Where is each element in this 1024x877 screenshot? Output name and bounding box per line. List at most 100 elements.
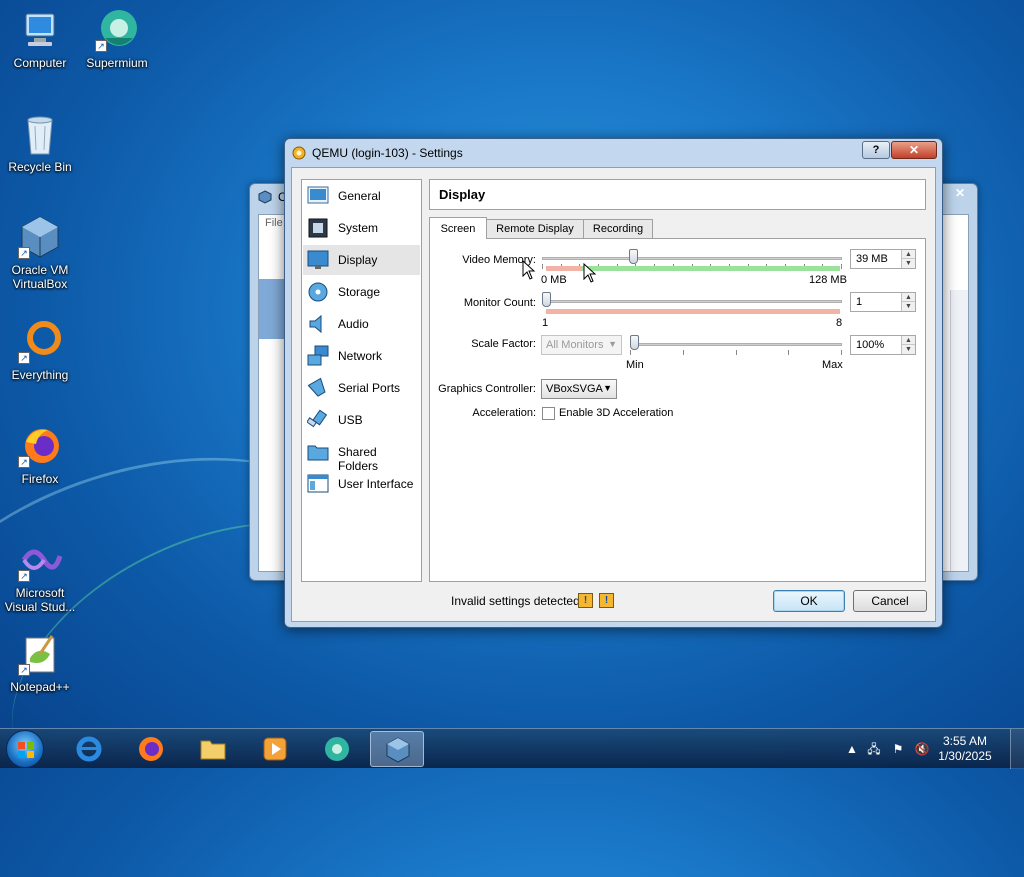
taskbar-virtualbox[interactable] <box>370 731 424 767</box>
shortcut-arrow-icon: ↗ <box>18 570 30 582</box>
scale-factor-slider[interactable] <box>630 343 842 346</box>
tab-remote-display[interactable]: Remote Display <box>486 219 584 239</box>
spin-down-icon[interactable]: ▼ <box>902 302 915 311</box>
help-button[interactable]: ? <box>862 141 890 159</box>
start-button[interactable] <box>6 730 44 768</box>
taskbar-internet-explorer[interactable] <box>62 731 116 767</box>
video-memory-red-range <box>546 266 582 271</box>
desktop-icon-label: Firefox <box>21 472 59 486</box>
sidebar-item-label: System <box>338 221 379 235</box>
desktop-icon-label: Everything <box>11 368 69 382</box>
desktop-icon-notepadpp[interactable]: ↗ Notepad++ <box>2 632 78 694</box>
sidebar-item-storage[interactable]: Storage <box>303 277 420 307</box>
screen-tab-panel: Video Memory: 0 MB 128 MB 39 MB ▲ ▼ Monit… <box>429 238 926 582</box>
video-memory-slider-thumb[interactable] <box>629 249 639 264</box>
taskbar-firefox[interactable] <box>124 731 178 767</box>
enable-3d-acceleration-checkbox[interactable] <box>542 407 555 420</box>
sidebar-item-usb[interactable]: USB <box>303 405 420 435</box>
notepadpp-icon: ↗ <box>18 632 62 676</box>
taskbar: ▲ 🖧 ⚑ 🔇 3:55 AM 1/30/2025 <box>0 728 1024 769</box>
desktop-icon-computer[interactable]: Computer <box>2 8 78 70</box>
sidebar-item-general[interactable]: General <box>303 181 420 211</box>
sidebar-item-label: Audio <box>338 317 369 331</box>
spin-up-icon[interactable]: ▲ <box>902 293 915 302</box>
spin-down-icon[interactable]: ▼ <box>902 345 915 354</box>
audio-icon <box>307 313 329 335</box>
ok-button[interactable]: OK <box>773 590 845 612</box>
video-memory-slider[interactable] <box>542 257 842 260</box>
mouse-cursor-icon <box>522 259 536 283</box>
desktop-icon-everything[interactable]: ↗ Everything <box>2 320 78 382</box>
supermium-icon <box>323 735 351 763</box>
show-desktop-button[interactable] <box>1010 729 1024 769</box>
manager-scrollbar[interactable] <box>950 290 968 571</box>
internet-explorer-icon <box>75 735 103 763</box>
monitor-count-slider-thumb[interactable] <box>542 292 551 307</box>
scale-factor-spinbox[interactable]: 100% ▲ ▼ <box>850 335 916 355</box>
desktop-icon-label: Oracle VM VirtualBox <box>11 263 69 291</box>
firefox-icon <box>137 735 165 763</box>
spin-arrows[interactable]: ▲ ▼ <box>901 250 915 268</box>
desktop-icon-recycle-bin[interactable]: Recycle Bin <box>2 112 78 174</box>
shortcut-arrow-icon: ↗ <box>18 247 30 259</box>
network-icon <box>307 345 329 367</box>
taskbar-media-player[interactable] <box>248 731 302 767</box>
sidebar-item-serial-ports[interactable]: Serial Ports <box>303 373 420 403</box>
desktop-icon-firefox[interactable]: ↗ Firefox <box>2 424 78 486</box>
slider-tick <box>841 350 842 355</box>
sidebar-item-system[interactable]: System <box>303 213 420 243</box>
volume-muted-icon[interactable]: 🔇 <box>914 741 930 757</box>
serial-ports-icon <box>307 377 329 399</box>
graphics-controller-value: VBoxSVGA <box>546 383 603 395</box>
monitor-count-slider[interactable] <box>542 300 842 303</box>
chevron-down-icon: ▼ <box>603 383 612 393</box>
spin-up-icon[interactable]: ▲ <box>902 250 915 259</box>
dialog-titlebar[interactable]: QEMU (login-103) - Settings ? ✕ <box>285 139 942 167</box>
warning-display-icon[interactable]: ! <box>578 593 593 608</box>
storage-icon <box>307 281 329 303</box>
enable-3d-acceleration-label[interactable]: Enable 3D Acceleration <box>559 407 673 419</box>
spin-arrows[interactable]: ▲ ▼ <box>901 336 915 354</box>
usb-icon <box>306 409 329 431</box>
monitor-count-value: 1 <box>856 296 863 308</box>
desktop-icon-label: Microsoft Visual Stud... <box>4 586 76 614</box>
sidebar-item-audio[interactable]: Audio <box>303 309 420 339</box>
manager-close-icon[interactable]: ✕ <box>949 186 971 202</box>
sidebar-item-shared-folders[interactable]: Shared Folders <box>303 437 420 473</box>
video-memory-green-range <box>582 266 840 271</box>
video-memory-max-label: 128 MB <box>809 274 847 286</box>
action-center-flag-icon[interactable]: ⚑ <box>890 741 906 757</box>
taskbar-clock[interactable]: 3:55 AM 1/30/2025 <box>930 734 1000 764</box>
tab-screen[interactable]: Screen <box>429 217 487 239</box>
cancel-button[interactable]: Cancel <box>853 590 927 612</box>
show-hidden-icons-icon[interactable]: ▲ <box>844 741 860 757</box>
network-tray-icon[interactable]: 🖧 <box>866 741 882 757</box>
display-icon <box>307 249 329 271</box>
sidebar-item-label: Storage <box>338 285 381 299</box>
sidebar-item-display[interactable]: Display <box>303 245 420 275</box>
sidebar-item-user-interface[interactable]: User Interface <box>303 469 420 499</box>
tab-recording[interactable]: Recording <box>583 219 653 239</box>
graphics-controller-select[interactable]: VBoxSVGA ▼ <box>541 379 617 399</box>
manager-menu-file[interactable]: File <box>265 217 283 229</box>
video-memory-spinbox[interactable]: 39 MB ▲ ▼ <box>850 249 916 269</box>
sidebar-item-network[interactable]: Network <box>303 341 420 371</box>
desktop-icon-supermium[interactable]: ↗ Supermium <box>79 8 155 70</box>
scale-factor-slider-thumb[interactable] <box>630 335 639 350</box>
taskbar-supermium[interactable] <box>310 731 364 767</box>
spin-arrows[interactable]: ▲ ▼ <box>901 293 915 311</box>
virtualbox-icon <box>384 736 412 764</box>
spin-down-icon[interactable]: ▼ <box>902 259 915 268</box>
desktop-icon-virtualbox[interactable]: ↗ Oracle VM VirtualBox <box>2 215 78 291</box>
desktop-icon-label: Recycle Bin <box>8 160 72 174</box>
scale-monitor-select[interactable]: All Monitors ▼ <box>541 335 622 355</box>
monitor-count-spinbox[interactable]: 1 ▲ ▼ <box>850 292 916 312</box>
slider-tick <box>542 264 543 269</box>
scale-factor-min-label: Min <box>626 359 644 371</box>
warning-icon[interactable]: ! <box>599 593 614 608</box>
desktop-icon-visual-studio[interactable]: ↗ Microsoft Visual Stud... <box>0 538 80 614</box>
close-button[interactable]: ✕ <box>891 141 937 159</box>
taskbar-file-explorer[interactable] <box>186 731 240 767</box>
settings-dialog[interactable]: QEMU (login-103) - Settings ? ✕ General … <box>284 138 943 628</box>
spin-up-icon[interactable]: ▲ <box>902 336 915 345</box>
